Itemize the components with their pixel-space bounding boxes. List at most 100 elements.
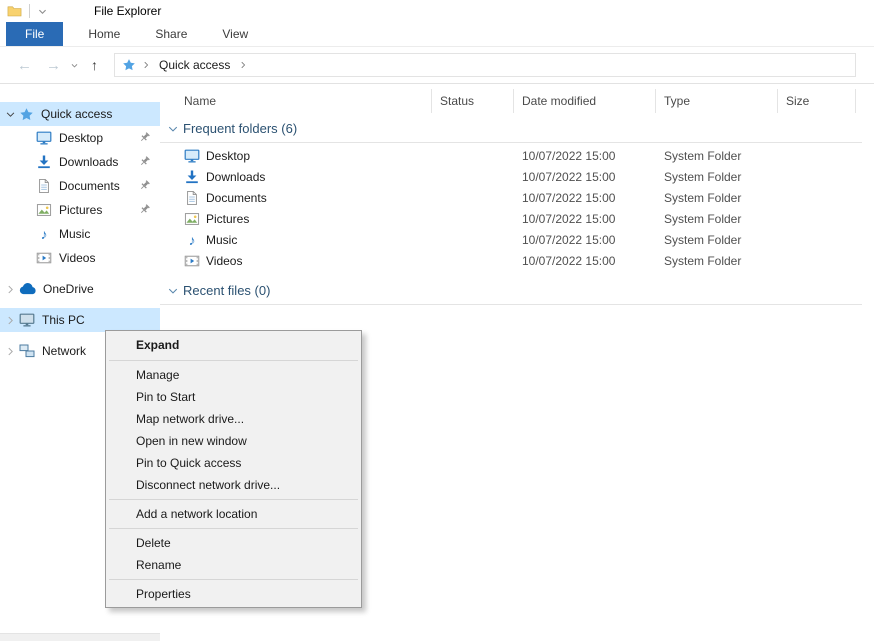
menu-item-open-in-new-window[interactable]: Open in new window xyxy=(107,430,360,452)
documents-icon xyxy=(36,178,52,194)
sidebar-item-desktop[interactable]: Desktop xyxy=(0,126,160,150)
menu-item-manage[interactable]: Manage xyxy=(107,364,360,386)
chevron-down-icon[interactable] xyxy=(5,109,19,120)
column-header-status[interactable]: Status xyxy=(432,89,514,113)
sidebar-item-documents[interactable]: Documents xyxy=(0,174,160,198)
desktop-icon xyxy=(36,130,52,146)
chevron-right-icon[interactable] xyxy=(5,346,19,357)
forward-button[interactable]: → xyxy=(39,58,68,73)
cell-name: ♪Music xyxy=(160,232,432,248)
sidebar-item-label: Quick access xyxy=(41,107,112,121)
cell-date-modified: 10/07/2022 15:00 xyxy=(514,212,656,226)
file-row-documents[interactable]: Documents 10/07/2022 15:00 System Folder xyxy=(160,187,874,208)
menu-item-delete[interactable]: Delete xyxy=(107,532,360,554)
breadcrumb-quick-access[interactable]: Quick access xyxy=(156,58,233,72)
sidebar-item-label: This PC xyxy=(42,313,85,327)
sidebar-item-quick-access[interactable]: Quick access xyxy=(0,102,160,126)
file-name: Documents xyxy=(206,191,267,205)
pictures-icon xyxy=(184,211,200,227)
ribbon-tabs: File Home Share View xyxy=(0,22,874,47)
chevron-down-icon[interactable] xyxy=(167,123,179,135)
file-row-desktop[interactable]: Desktop 10/07/2022 15:00 System Folder xyxy=(160,145,874,166)
column-header-label: Date modified xyxy=(522,94,596,108)
column-header-name[interactable]: Name xyxy=(160,89,432,113)
sidebar-item-onedrive[interactable]: OneDrive xyxy=(0,277,160,301)
file-row-pictures[interactable]: Pictures 10/07/2022 15:00 System Folder xyxy=(160,208,874,229)
menu-item-expand[interactable]: Expand xyxy=(107,333,360,357)
pin-icon xyxy=(138,131,151,144)
cell-name: Documents xyxy=(160,190,432,206)
column-headers: Name Status Date modified Type Size xyxy=(160,89,874,113)
chevron-right-icon[interactable] xyxy=(5,284,19,295)
breadcrumb-chevron-icon[interactable] xyxy=(141,60,151,70)
music-icon: ♪ xyxy=(36,226,52,242)
group-header-label: Frequent folders (6) xyxy=(183,121,297,136)
app-folder-icon xyxy=(7,4,22,19)
column-header-label: Name xyxy=(184,94,216,108)
group-header-recent-files[interactable]: Recent files (0) xyxy=(160,277,862,305)
menu-item-rename[interactable]: Rename xyxy=(107,554,360,576)
cell-date-modified: 10/07/2022 15:00 xyxy=(514,254,656,268)
group-header-label: Recent files (0) xyxy=(183,283,270,298)
column-header-type[interactable]: Type xyxy=(656,89,778,113)
file-name: Videos xyxy=(206,254,242,268)
tab-home[interactable]: Home xyxy=(75,22,133,46)
sidebar-item-label: Videos xyxy=(59,251,95,265)
menu-item-add-network-location[interactable]: Add a network location xyxy=(107,503,360,525)
file-explorer-window: File Explorer File Home Share View ← → ↑… xyxy=(0,0,874,640)
menu-separator xyxy=(109,360,358,361)
music-icon: ♪ xyxy=(184,232,200,248)
sidebar-item-label: Documents xyxy=(59,179,120,193)
downloads-icon xyxy=(36,154,52,170)
window-title: File Explorer xyxy=(94,4,161,18)
videos-icon xyxy=(184,253,200,269)
quick-access-icon xyxy=(19,107,34,122)
cell-name: Pictures xyxy=(160,211,432,227)
tab-file[interactable]: File xyxy=(6,22,63,46)
column-header-date-modified[interactable]: Date modified xyxy=(514,89,656,113)
column-header-label: Type xyxy=(664,94,690,108)
cell-type: System Folder xyxy=(656,149,778,163)
cell-type: System Folder xyxy=(656,170,778,184)
chevron-right-icon[interactable] xyxy=(5,315,19,326)
navigation-bar: ← → ↑ Quick access xyxy=(0,47,874,84)
sidebar-item-music[interactable]: ♪ Music xyxy=(0,222,160,246)
file-row-music[interactable]: ♪Music 10/07/2022 15:00 System Folder xyxy=(160,229,874,250)
menu-item-map-network-drive[interactable]: Map network drive... xyxy=(107,408,360,430)
file-name: Pictures xyxy=(206,212,249,226)
address-bar[interactable]: Quick access xyxy=(114,53,856,77)
up-button[interactable]: ↑ xyxy=(81,58,108,72)
sidebar-item-this-pc[interactable]: This PC xyxy=(0,308,160,332)
menu-item-properties[interactable]: Properties xyxy=(107,583,360,605)
chevron-down-icon[interactable] xyxy=(167,285,179,297)
back-button[interactable]: ← xyxy=(10,58,39,73)
tab-view[interactable]: View xyxy=(209,22,261,46)
menu-item-pin-to-quick-access[interactable]: Pin to Quick access xyxy=(107,452,360,474)
menu-item-pin-to-start[interactable]: Pin to Start xyxy=(107,386,360,408)
quick-access-toolbar-dropdown-icon[interactable] xyxy=(37,6,48,17)
file-row-downloads[interactable]: Downloads 10/07/2022 15:00 System Folder xyxy=(160,166,874,187)
pin-icon xyxy=(138,155,151,168)
cell-name: Downloads xyxy=(160,169,432,185)
column-header-size[interactable]: Size xyxy=(778,89,856,113)
file-row-videos[interactable]: Videos 10/07/2022 15:00 System Folder xyxy=(160,250,874,271)
group-header-frequent-folders[interactable]: Frequent folders (6) xyxy=(160,115,862,143)
tab-share[interactable]: Share xyxy=(142,22,200,46)
column-header-label: Status xyxy=(440,94,474,108)
menu-separator xyxy=(109,579,358,580)
cell-type: System Folder xyxy=(656,191,778,205)
breadcrumb-chevron-icon[interactable] xyxy=(238,60,248,70)
cell-name: Videos xyxy=(160,253,432,269)
recent-locations-dropdown-icon[interactable] xyxy=(68,61,81,70)
cell-name: Desktop xyxy=(160,148,432,164)
sidebar-item-pictures[interactable]: Pictures xyxy=(0,198,160,222)
cell-type: System Folder xyxy=(656,233,778,247)
sidebar-item-downloads[interactable]: Downloads xyxy=(0,150,160,174)
sidebar-item-label: Desktop xyxy=(59,131,103,145)
cell-date-modified: 10/07/2022 15:00 xyxy=(514,233,656,247)
menu-item-disconnect-network-drive[interactable]: Disconnect network drive... xyxy=(107,474,360,496)
titlebar: File Explorer xyxy=(0,0,874,22)
sidebar-item-videos[interactable]: Videos xyxy=(0,246,160,270)
sidebar-item-label: Network xyxy=(42,344,86,358)
file-rows: Desktop 10/07/2022 15:00 System Folder D… xyxy=(160,145,874,271)
